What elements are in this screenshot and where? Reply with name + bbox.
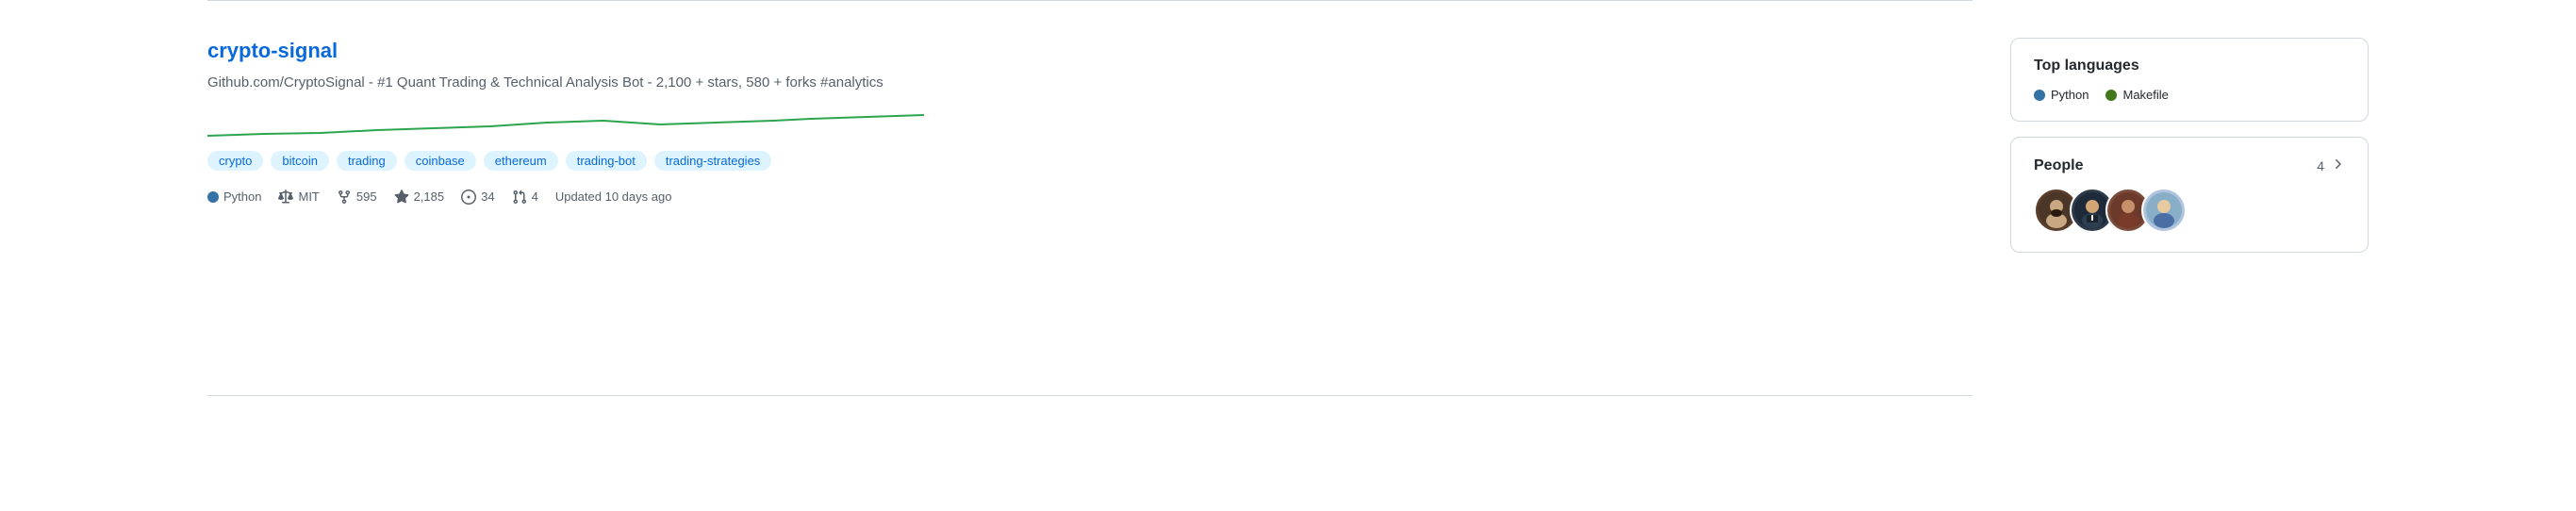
language-label: Python [223, 190, 261, 204]
top-languages-title: Top languages [2034, 58, 2345, 74]
people-card: People 4 [2010, 137, 2369, 253]
tags-row: crypto bitcoin trading coinbase ethereum… [207, 151, 1973, 171]
meta-row: Python MIT 595 [207, 190, 1973, 205]
issues-meta[interactable]: 34 [461, 190, 494, 205]
forks-icon [337, 190, 352, 205]
tag-trading-strategies[interactable]: trading-strategies [654, 151, 771, 171]
python-label: Python [2051, 88, 2089, 102]
repo-description: Github.com/CryptoSignal - #1 Quant Tradi… [207, 73, 943, 94]
people-header: People 4 [2034, 157, 2345, 174]
avatars-row [2034, 188, 2345, 233]
tag-crypto[interactable]: crypto [207, 151, 263, 171]
python-lang: Python [2034, 88, 2089, 102]
sidebar: Top languages Python Makefile People 4 [2010, 0, 2369, 290]
tag-trading-bot[interactable]: trading-bot [566, 151, 647, 171]
languages-row: Python Makefile [2034, 88, 2345, 102]
stars-meta[interactable]: 2,185 [394, 190, 445, 205]
tag-ethereum[interactable]: ethereum [484, 151, 558, 171]
updated-label: Updated 10 days ago [555, 190, 672, 204]
license-meta: MIT [278, 190, 319, 205]
avatar-4[interactable] [2141, 188, 2187, 233]
license-label: MIT [298, 190, 319, 204]
python-dot [2034, 90, 2045, 101]
people-count-row: 4 [2317, 157, 2345, 174]
tag-bitcoin[interactable]: bitcoin [271, 151, 329, 171]
activity-graph [207, 109, 943, 140]
language-meta: Python [207, 190, 261, 204]
language-dot [207, 191, 219, 203]
repo-title[interactable]: crypto-signal [207, 39, 1973, 63]
prs-meta[interactable]: 4 [512, 190, 538, 205]
forks-meta[interactable]: 595 [337, 190, 377, 205]
issues-icon [461, 190, 476, 205]
issues-count: 34 [481, 190, 494, 204]
updated-meta: Updated 10 days ago [555, 190, 672, 204]
main-content: crypto-signal Github.com/CryptoSignal - … [207, 0, 1973, 396]
prs-count: 4 [532, 190, 538, 204]
makefile-dot [2105, 90, 2117, 101]
license-icon [278, 190, 293, 205]
tag-trading[interactable]: trading [337, 151, 397, 171]
makefile-lang: Makefile [2105, 88, 2168, 102]
pr-icon [512, 190, 527, 205]
tag-coinbase[interactable]: coinbase [405, 151, 476, 171]
star-icon [394, 190, 409, 205]
stars-count: 2,185 [414, 190, 445, 204]
chevron-right-icon[interactable] [2330, 157, 2345, 174]
people-count: 4 [2317, 158, 2324, 173]
makefile-label: Makefile [2122, 88, 2168, 102]
people-title: People [2034, 157, 2083, 174]
top-languages-card: Top languages Python Makefile [2010, 38, 2369, 122]
forks-count: 595 [356, 190, 377, 204]
